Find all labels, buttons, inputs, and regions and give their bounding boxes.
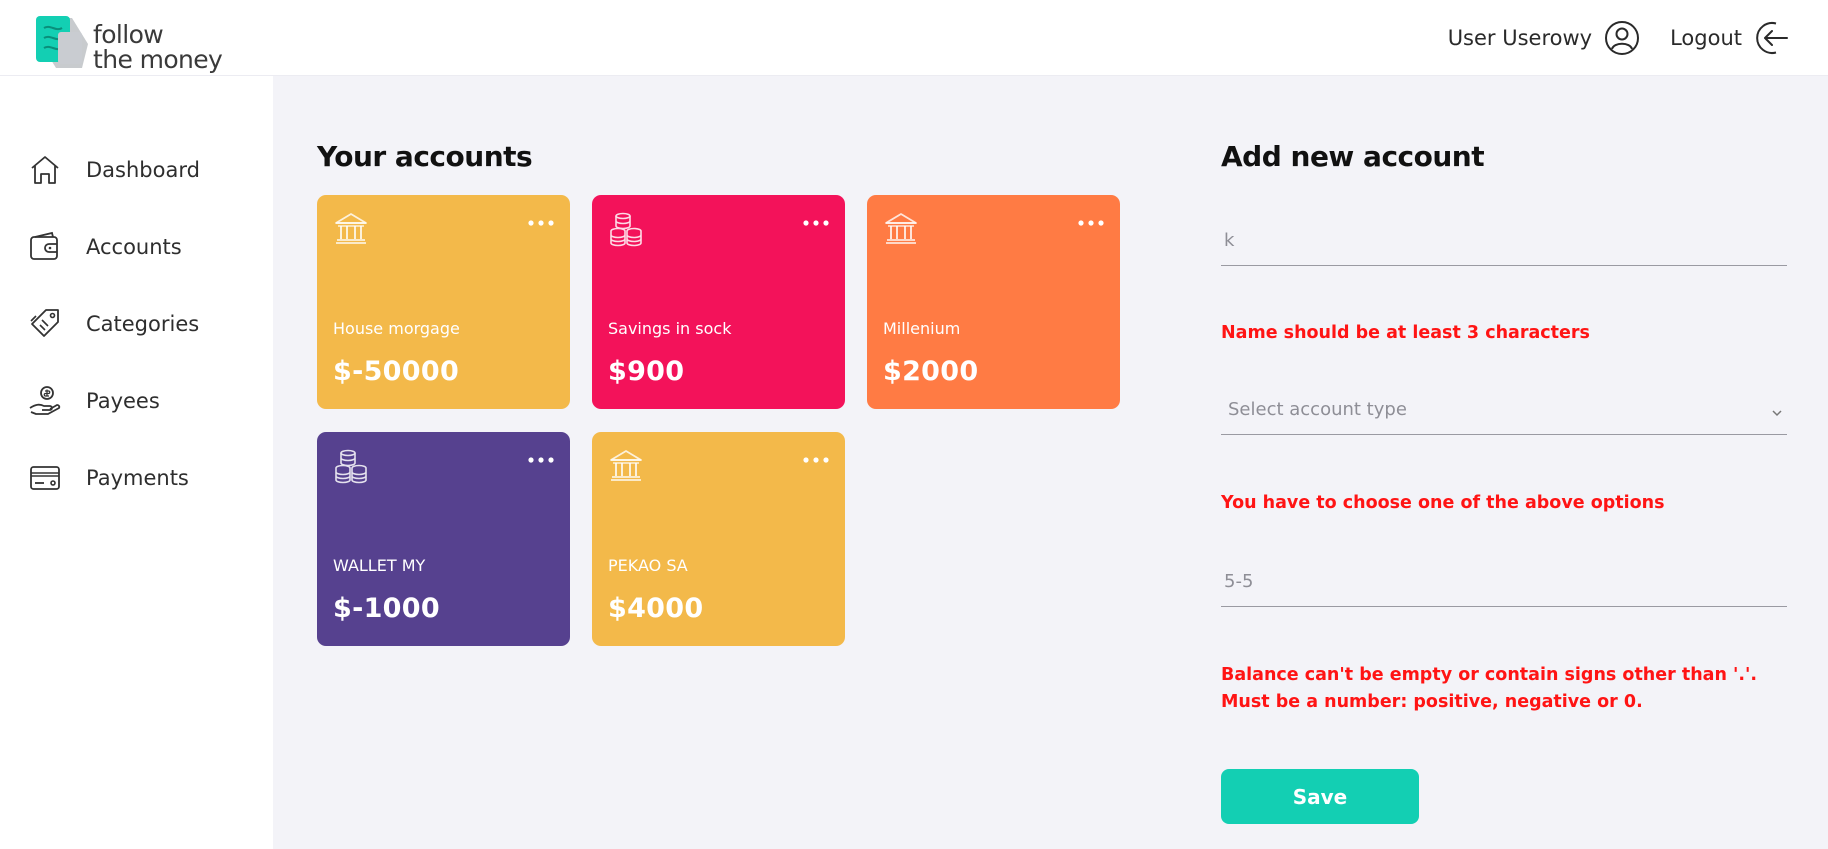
account-balance: $900 [608,356,685,387]
account-card[interactable]: Savings in sock $900 [592,195,845,409]
main-content: Your accounts House morgage $-50000 Savi… [273,76,1828,849]
more-options-icon[interactable] [803,217,829,229]
sidebar: Dashboard Accounts Categories Payees Pay… [0,76,273,849]
account-card[interactable]: WALLET MY $-1000 [317,432,570,646]
accounts-title: Your accounts [317,140,533,173]
bank-icon [335,213,367,244]
account-name: PEKAO SA [608,556,688,575]
chevron-down-icon [1772,410,1782,417]
logout-link[interactable]: Logout [1670,26,1742,50]
account-balance: $4000 [608,593,704,624]
more-options-icon[interactable] [528,454,554,466]
more-options-icon[interactable] [1078,217,1104,229]
account-type-select[interactable]: Select account type [1221,385,1787,435]
form-title: Add new account [1221,140,1485,173]
account-name: WALLET MY [333,556,426,575]
account-name: Savings in sock [608,319,732,338]
sidebar-item-accounts[interactable]: Accounts [28,227,182,267]
more-options-icon[interactable] [528,217,554,229]
add-account-form: Add new account Name should be at least … [1221,76,1791,849]
save-button[interactable]: Save [1221,769,1419,824]
sidebar-item-label: Dashboard [86,158,200,182]
account-type-placeholder: Select account type [1228,399,1407,420]
wallet-icon [30,231,58,260]
account-card[interactable]: PEKAO SA $4000 [592,432,845,646]
tags-icon [30,309,59,337]
account-balance: $2000 [883,356,979,387]
balance-error: Balance can't be empty or contain signs … [1221,665,1758,712]
name-error: Name should be at least 3 characters [1221,323,1590,343]
account-balance: $-50000 [333,356,460,387]
bank-icon [885,213,917,244]
sidebar-item-label: Payees [86,389,160,413]
account-card[interactable]: Millenium $2000 [867,195,1120,409]
logout-arrow-icon[interactable] [1754,20,1790,56]
logo-line1: follow [93,20,164,49]
type-error: You have to choose one of the above opti… [1221,493,1665,513]
user-circle-icon[interactable] [1604,20,1640,56]
sidebar-item-payments[interactable]: Payments [28,458,189,498]
logo-text: follow the money [93,20,223,74]
user-area: User Userowy Logout [1448,18,1790,58]
sidebar-item-label: Categories [86,312,200,336]
hand-coin-icon [29,386,61,415]
account-name: House morgage [333,319,460,338]
logo-line2: the money [93,45,223,74]
sidebar-item-dashboard[interactable]: Dashboard [28,150,200,190]
top-header: follow the money User Userowy Logout [0,0,1828,76]
sidebar-item-label: Payments [86,466,189,490]
sidebar-item-categories[interactable]: Categories [28,304,199,344]
user-name[interactable]: User Userowy [1448,26,1592,50]
account-card[interactable]: House morgage $-50000 [317,195,570,409]
bank-icon [610,450,642,481]
sidebar-item-payees[interactable]: Payees [28,381,160,421]
home-icon [31,156,59,184]
coins-icon [335,449,367,484]
more-options-icon[interactable] [803,454,829,466]
balance-input[interactable] [1221,557,1787,607]
sidebar-item-label: Accounts [86,235,182,259]
credit-card-icon [30,466,60,490]
app-logo[interactable]: follow the money [36,16,236,76]
account-name: Millenium [883,319,961,338]
account-balance: $-1000 [333,593,440,624]
logo-mark-icon [36,16,88,68]
coins-icon [610,212,642,247]
account-name-input[interactable] [1221,216,1787,266]
